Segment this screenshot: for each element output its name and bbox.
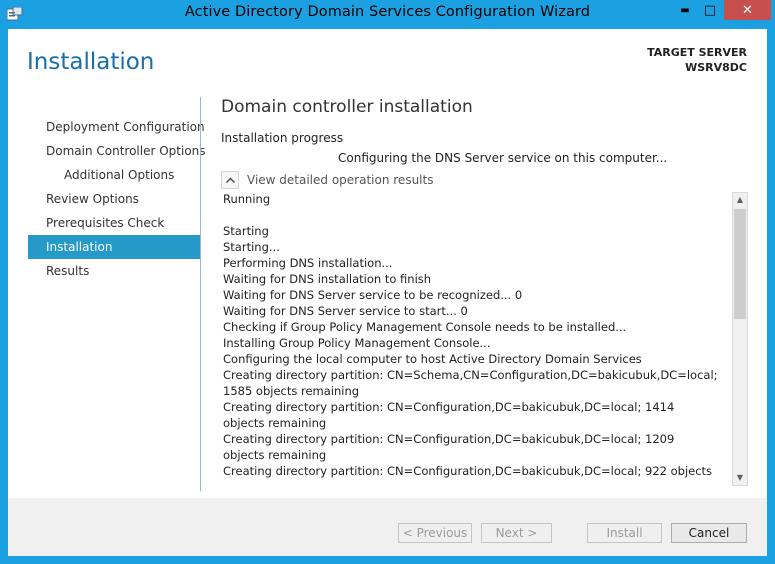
log-line: Installing Group Policy Management Conso… (223, 336, 491, 350)
log-scrollbar[interactable]: ▲ ▼ (732, 192, 748, 486)
chevron-up-icon[interactable] (221, 171, 239, 189)
target-server-label: TARGET SERVER (647, 46, 747, 59)
log-line: Waiting for DNS Server service to start.… (223, 304, 468, 318)
operation-log[interactable]: Running Starting Starting... Performing … (221, 191, 740, 489)
previous-button[interactable]: < Previous (398, 523, 472, 543)
wizard-window: Active Directory Domain Services Configu… (0, 0, 775, 564)
page-title: Installation (27, 49, 155, 75)
install-button[interactable]: Install (587, 523, 662, 543)
details-toggle[interactable]: View detailed operation results (221, 171, 433, 189)
log-line: Waiting for DNS Server service to be rec… (223, 288, 523, 302)
title-bar[interactable]: Active Directory Domain Services Configu… (0, 0, 775, 28)
log-line: Performing DNS installation... (223, 256, 393, 270)
log-line: Starting (223, 224, 269, 238)
nav-item-prerequisites-check[interactable]: Prerequisites Check (28, 211, 200, 235)
nav-item-installation[interactable]: Installation (28, 235, 200, 259)
minimize-button[interactable]: ▬ (672, 0, 698, 20)
content-pane: Domain controller installation Installat… (221, 95, 751, 495)
content-title: Domain controller installation (221, 97, 473, 117)
progress-status-text: Configuring the DNS Server service on th… (338, 151, 668, 165)
log-lines: Running Starting Starting... Performing … (223, 191, 718, 479)
maximize-icon: □ (703, 2, 717, 18)
next-button[interactable]: Next > (481, 523, 552, 543)
details-toggle-label[interactable]: View detailed operation results (247, 173, 433, 187)
nav-item-domain-controller-options[interactable]: Domain Controller Options (28, 139, 206, 163)
log-line: Checking if Group Policy Management Cons… (223, 320, 627, 334)
scroll-up-arrow-icon[interactable]: ▲ (733, 193, 747, 207)
scroll-thumb[interactable] (734, 209, 746, 319)
nav-item-additional-options[interactable]: Additional Options (28, 163, 200, 187)
log-line: Waiting for DNS installation to finish (223, 272, 432, 286)
wizard-client-area: Installation TARGET SERVER WSRV8DC Deplo… (8, 29, 767, 556)
progress-label: Installation progress (221, 131, 344, 145)
log-line: Starting... (223, 240, 280, 254)
wizard-header: Installation TARGET SERVER WSRV8DC (8, 29, 767, 95)
window-title: Active Directory Domain Services Configu… (184, 4, 591, 20)
minimize-icon: ▬ (680, 4, 690, 16)
wizard-footer: < Previous Next > Install Cancel (8, 498, 767, 556)
nav-item-deployment-configuration[interactable]: Deployment Configuration (28, 115, 205, 139)
log-line: Running (223, 192, 271, 206)
close-icon: ✕ (742, 2, 753, 18)
log-line: Creating directory partition: CN=Configu… (223, 464, 713, 478)
nav-item-results[interactable]: Results (28, 259, 200, 283)
log-line: Creating directory partition: CN=Schema,… (223, 368, 718, 398)
log-line: Configuring the local computer to host A… (223, 352, 642, 366)
cancel-button[interactable]: Cancel (671, 523, 747, 543)
log-line: Creating directory partition: CN=Configu… (223, 432, 675, 462)
log-line: Creating directory partition: CN=Configu… (223, 400, 675, 430)
maximize-button[interactable]: □ (698, 0, 722, 20)
nav-divider (200, 97, 201, 491)
nav-item-review-options[interactable]: Review Options (28, 187, 200, 211)
close-button[interactable]: ✕ (724, 0, 771, 20)
wizard-steps-nav: Deployment Configuration Domain Controll… (28, 115, 206, 283)
target-server-name: WSRV8DC (685, 61, 747, 74)
scroll-down-arrow-icon[interactable]: ▼ (733, 471, 747, 485)
